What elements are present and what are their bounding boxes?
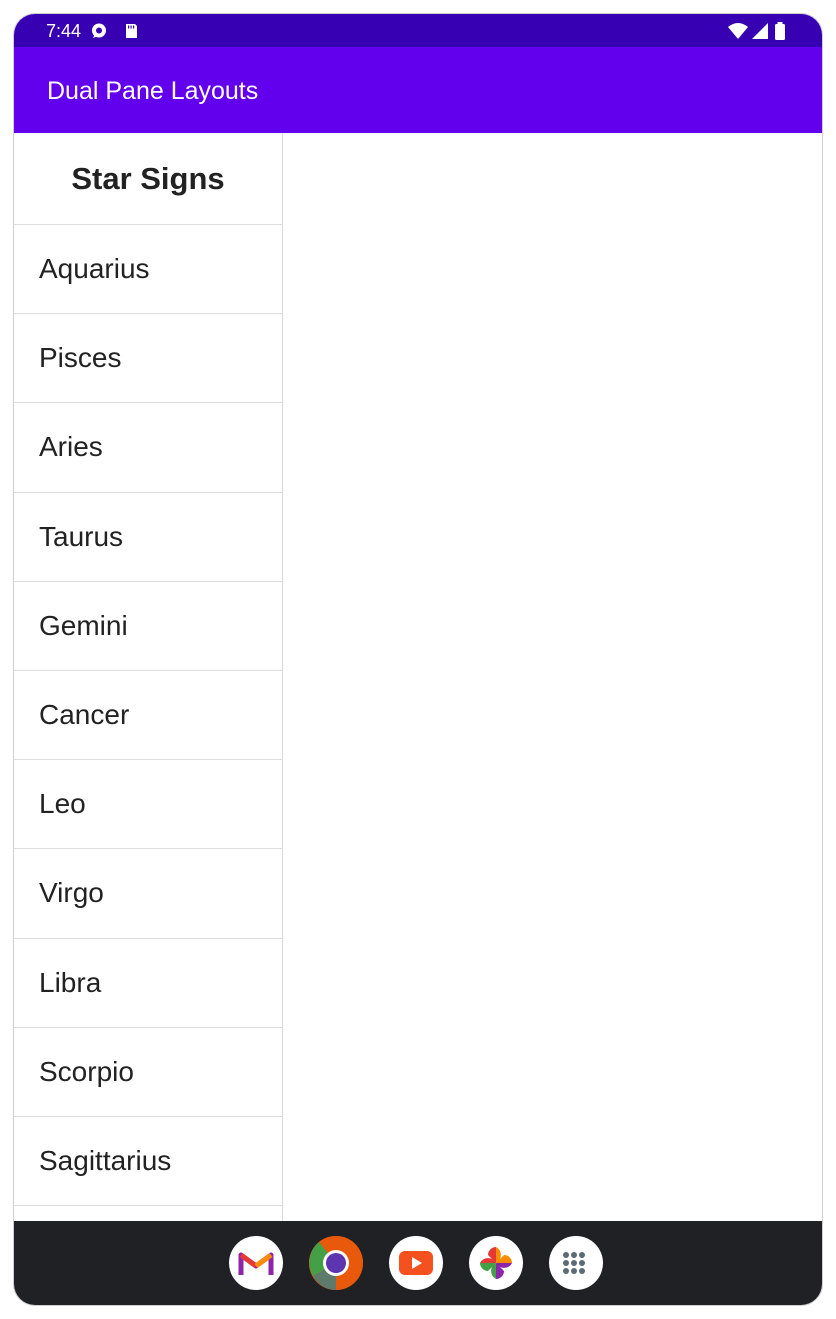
wifi-icon xyxy=(727,22,749,40)
app-drawer-icon[interactable] xyxy=(549,1236,603,1290)
list-item-leo[interactable]: Leo xyxy=(14,760,282,850)
list-header: Star Signs xyxy=(14,133,282,225)
list-item-gemini[interactable]: Gemini xyxy=(14,582,282,671)
youtube-icon[interactable] xyxy=(389,1236,443,1290)
star-signs-list-pane[interactable]: Star Signs Aquarius Pisces Aries Taurus … xyxy=(14,133,283,1224)
device-screen: 7:44 Dual Pane Layouts Star Signs Aquari… xyxy=(13,13,823,1306)
list-item-virgo[interactable]: Virgo xyxy=(14,849,282,939)
list-item-cancer[interactable]: Cancer xyxy=(14,671,282,761)
list-item-libra[interactable]: Libra xyxy=(14,939,282,1028)
list-item-aquarius[interactable]: Aquarius xyxy=(14,225,282,315)
app-bar: Dual Pane Layouts xyxy=(14,47,822,133)
cell-signal-icon xyxy=(751,22,769,40)
chat-bubble-icon xyxy=(90,22,108,40)
app-dock xyxy=(14,1221,822,1305)
list-item-pisces[interactable]: Pisces xyxy=(14,314,282,404)
chrome-icon[interactable] xyxy=(309,1236,363,1290)
gmail-icon[interactable] xyxy=(229,1236,283,1290)
battery-icon xyxy=(774,22,786,40)
list-item-aries[interactable]: Aries xyxy=(14,403,282,493)
status-time: 7:44 xyxy=(46,21,82,41)
status-bar: 7:44 xyxy=(14,14,822,47)
photos-icon[interactable] xyxy=(469,1236,523,1290)
list-item-taurus[interactable]: Taurus xyxy=(14,493,282,582)
detail-pane xyxy=(283,133,822,1224)
sd-card-icon xyxy=(122,22,140,40)
app-title: Dual Pane Layouts xyxy=(47,77,259,105)
list-item-sagittarius[interactable]: Sagittarius xyxy=(14,1117,282,1207)
list-item-scorpio[interactable]: Scorpio xyxy=(14,1028,282,1117)
